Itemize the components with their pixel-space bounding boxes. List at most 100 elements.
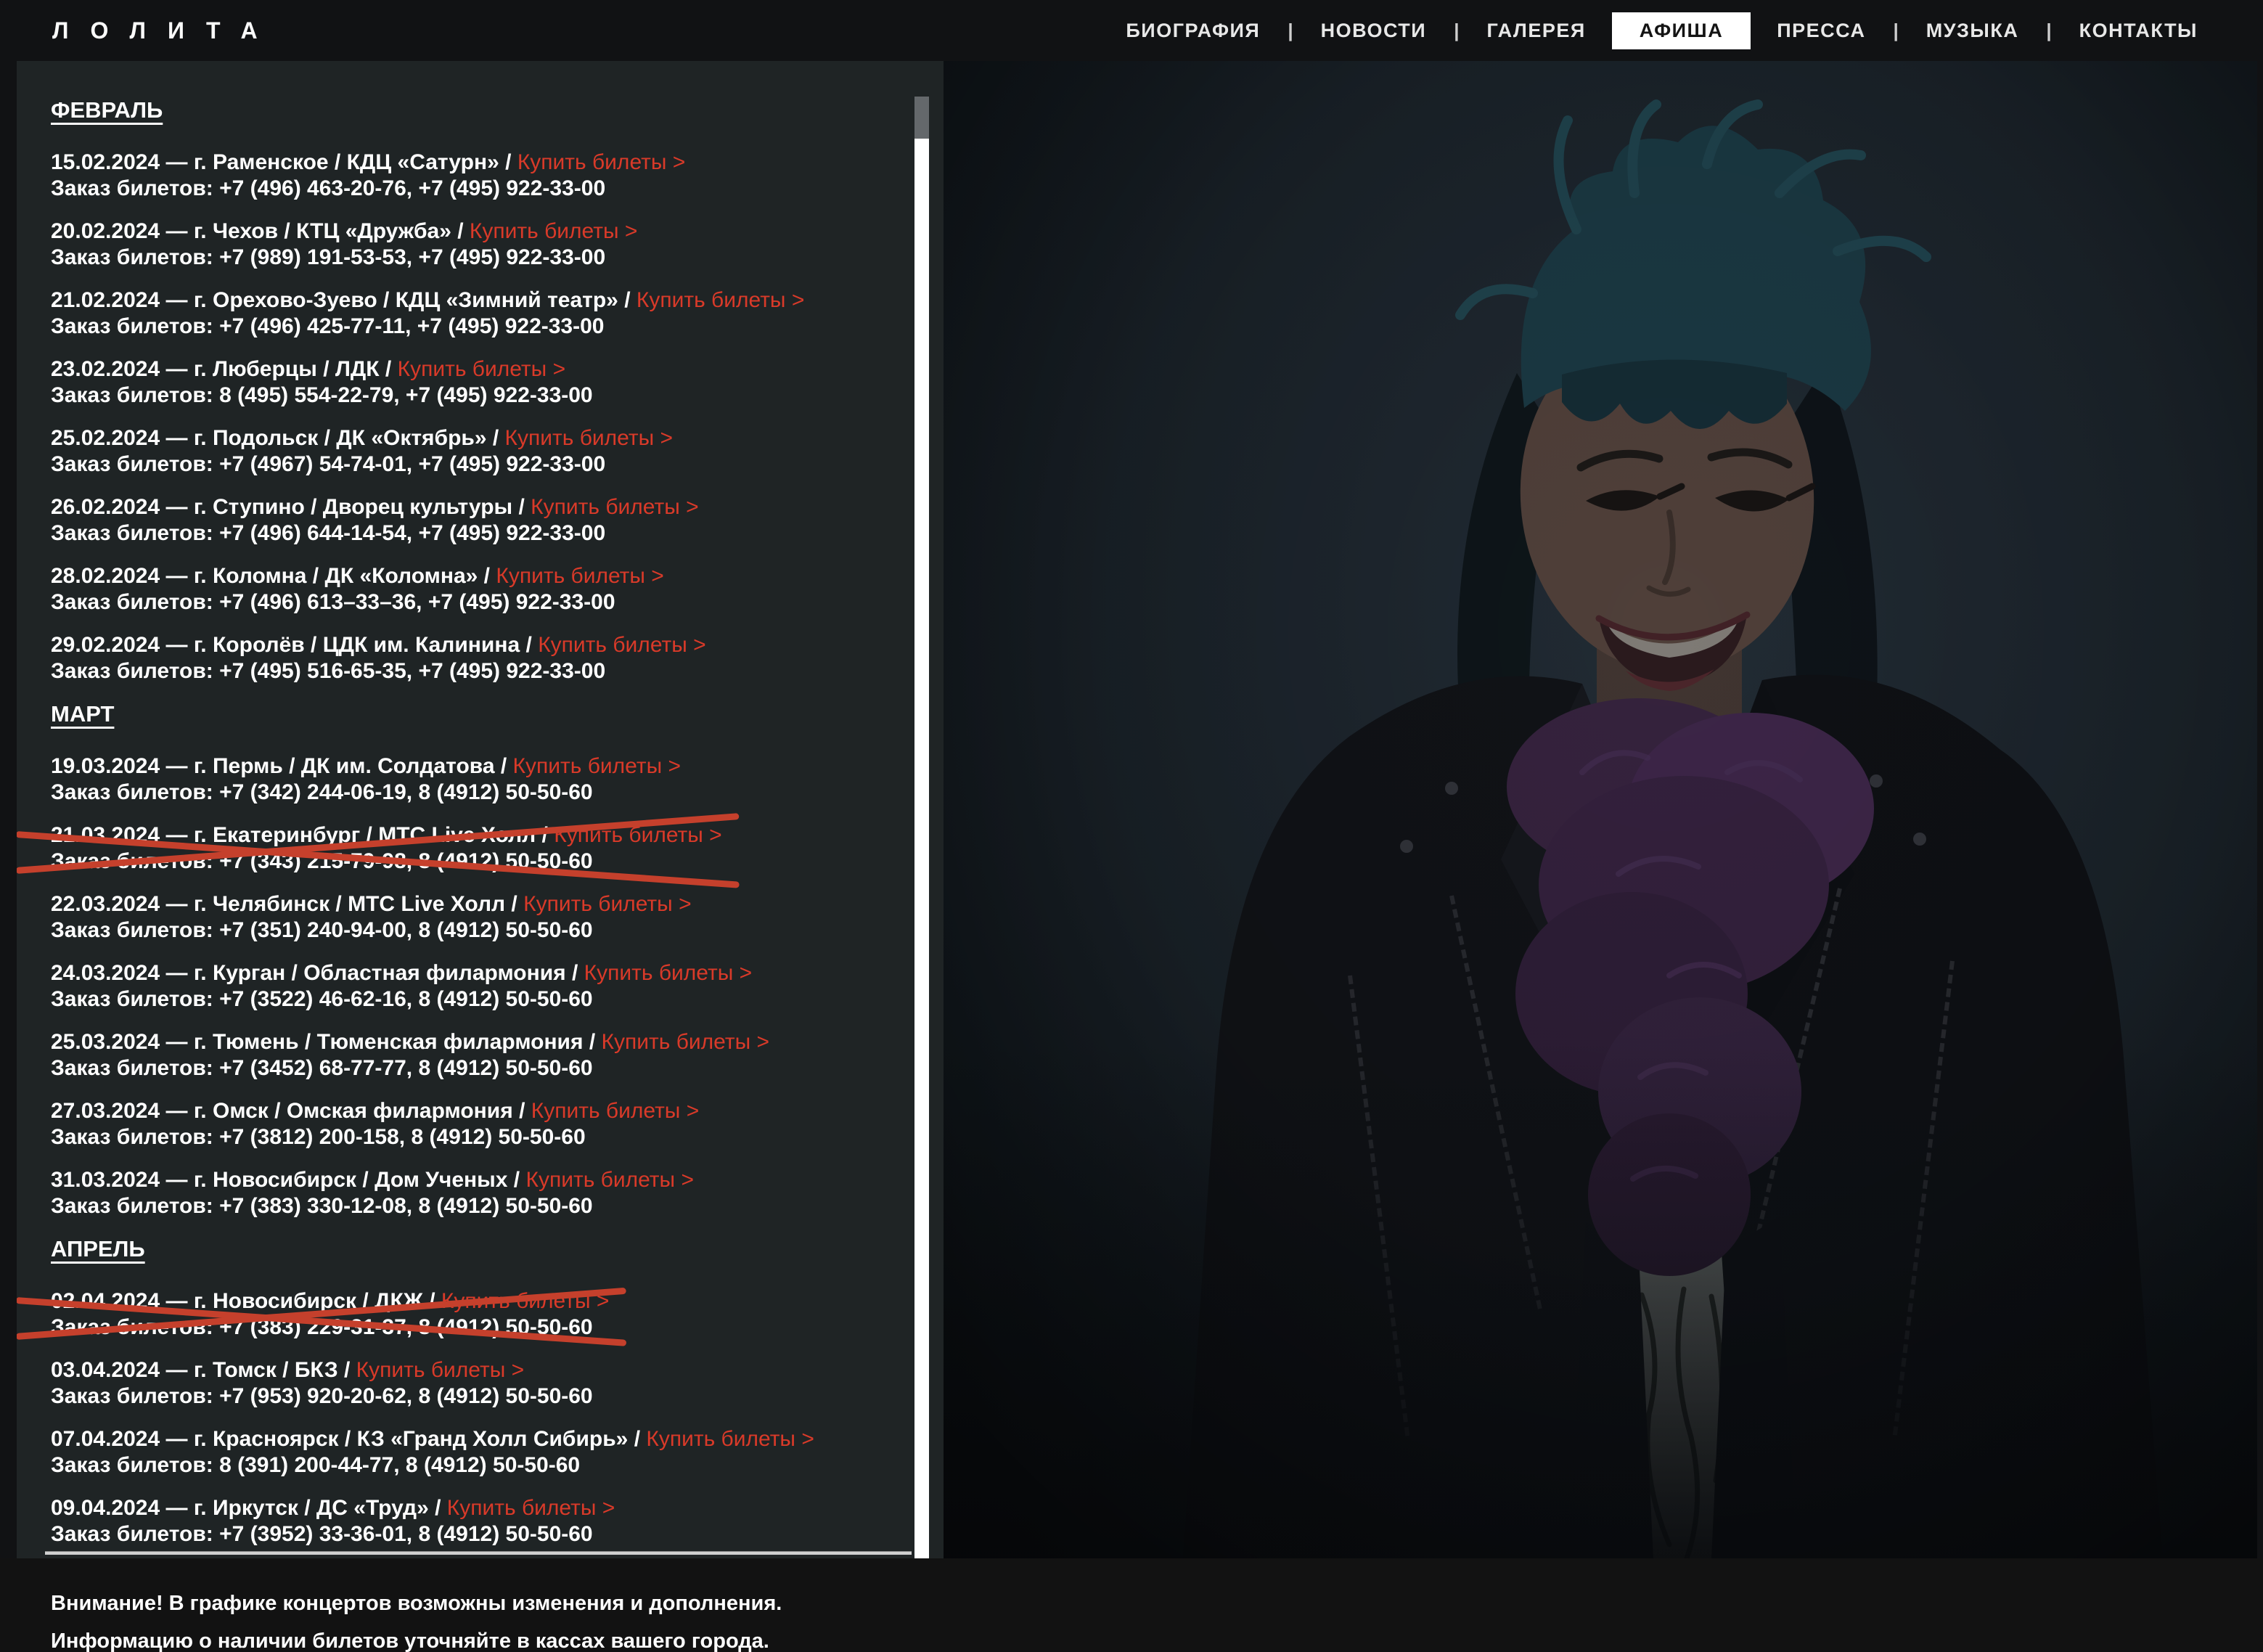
concert-title: 19.03.2024 — г. Пермь / ДК им. Солдатова… — [51, 753, 681, 780]
nav-separator: | — [2046, 20, 2051, 42]
ticket-order-phones: Заказ билетов: +7 (3952) 33-36-01, 8 (49… — [51, 1521, 615, 1547]
concert-entry-body: 25.03.2024 — г. Тюмень / Тюменская филар… — [51, 1029, 769, 1081]
concert-entry: 29.02.2024 — г. Королёв / ЦДК им. Калини… — [51, 632, 914, 684]
buy-tickets-link[interactable]: Купить билеты > — [538, 633, 705, 657]
concert-entry-body: 15.02.2024 — г. Раменское / КДЦ «Сатурн»… — [51, 150, 685, 202]
title-link-separator: / — [536, 823, 554, 847]
notice-line-1: Внимание! В графике концертов возможны и… — [51, 1584, 782, 1622]
title-link-separator: / — [499, 150, 517, 174]
concert-title: 03.04.2024 — г. Томск / БКЗ / Купить бил… — [51, 1357, 593, 1383]
nav-item-5[interactable]: ПРЕССА — [1759, 12, 1883, 49]
ticket-order-phones: Заказ билетов: +7 (953) 920-20-62, 8 (49… — [51, 1383, 593, 1410]
scrollbar-track[interactable] — [914, 97, 929, 1621]
title-link-separator: / — [423, 1289, 441, 1313]
concert-title: 21.02.2024 — г. Орехово-Зуево / КДЦ «Зим… — [51, 287, 804, 314]
title-link-separator: / — [380, 357, 398, 381]
concert-date-city-venue: 28.02.2024 — г. Коломна / ДК «Коломна» — [51, 564, 478, 588]
title-link-separator: / — [495, 754, 513, 778]
title-link-separator: / — [487, 426, 505, 450]
title-link-separator: / — [513, 1099, 531, 1123]
concert-date-city-venue: 25.02.2024 — г. Подольск / ДК «Октябрь» — [51, 426, 487, 450]
concert-entry: 22.03.2024 — г. Челябинск / МТС Live Хол… — [51, 891, 914, 944]
buy-tickets-link[interactable]: Купить билеты > — [398, 357, 565, 381]
title-link-separator: / — [478, 564, 496, 588]
ticket-order-phones: Заказ билетов: +7 (496) 463-20-76, +7 (4… — [51, 176, 685, 202]
ticket-order-phones: Заказ билетов: +7 (496) 644-14-54, +7 (4… — [51, 520, 699, 547]
nav-separator: | — [1288, 20, 1293, 42]
nav-separator: | — [1454, 20, 1459, 42]
concert-date-city-venue: 22.03.2024 — г. Челябинск / МТС Live Хол… — [51, 892, 505, 916]
concert-entry-body: 24.03.2024 — г. Курган / Областная филар… — [51, 960, 752, 1013]
concert-date-city-venue: 24.03.2024 — г. Курган / Областная филар… — [51, 961, 566, 985]
buy-tickets-link[interactable]: Купить билеты > — [441, 1289, 609, 1313]
title-link-separator: / — [520, 633, 538, 657]
concert-date-city-venue: 31.03.2024 — г. Новосибирск / Дом Ученых — [51, 1168, 507, 1192]
concert-date-city-venue: 09.04.2024 — г. Иркутск / ДС «Труд» — [51, 1496, 429, 1520]
title-link-separator: / — [566, 961, 584, 985]
concert-entry: 07.04.2024 — г. Красноярск / КЗ «Гранд Х… — [51, 1426, 914, 1479]
ticket-order-phones: Заказ билетов: +7 (3812) 200-158, 8 (491… — [51, 1124, 699, 1150]
nav-item-3[interactable]: ГАЛЕРЕЯ — [1469, 12, 1603, 49]
buy-tickets-link[interactable]: Купить билеты > — [602, 1030, 769, 1054]
buy-tickets-link[interactable]: Купить билеты > — [554, 823, 721, 847]
nav-item-1[interactable]: БИОГРАФИЯ — [1108, 12, 1277, 49]
ticket-order-phones: Заказ билетов: +7 (4967) 54-74-01, +7 (4… — [51, 451, 673, 478]
concert-title: 07.04.2024 — г. Красноярск / КЗ «Гранд Х… — [51, 1426, 814, 1452]
artist-photo — [944, 61, 2257, 1558]
buy-tickets-link[interactable]: Купить билеты > — [513, 754, 681, 778]
buy-tickets-link[interactable]: Купить билеты > — [531, 1099, 699, 1123]
concert-title: 09.04.2024 — г. Иркутск / ДС «Труд» / Ку… — [51, 1495, 615, 1521]
ticket-order-phones: Заказ билетов: +7 (342) 244-06-19, 8 (49… — [51, 780, 681, 806]
buy-tickets-link[interactable]: Купить билеты > — [517, 150, 685, 174]
month-title: МАРТ — [51, 701, 114, 727]
concert-entry: 03.04.2024 — г. Томск / БКЗ / Купить бил… — [51, 1357, 914, 1410]
concert-title: 29.02.2024 — г. Королёв / ЦДК им. Калини… — [51, 632, 706, 658]
month-section: АПРЕЛЬ02.04.2024 — г. Новосибирск / ДКЖ … — [51, 1236, 914, 1547]
concert-date-city-venue: 03.04.2024 — г. Томск / БКЗ — [51, 1358, 338, 1382]
nav-item-2[interactable]: НОВОСТИ — [1304, 12, 1444, 49]
month-title: ФЕВРАЛЬ — [51, 97, 163, 123]
buy-tickets-link[interactable]: Купить билеты > — [470, 219, 637, 243]
concert-entry-cancelled: 21.03.2024 — г. Екатеринбург / МТС Live … — [51, 822, 722, 875]
month-section: МАРТ 19.03.2024 — г. Пермь / ДК им. Солда… — [51, 701, 914, 1219]
ticket-order-phones: Заказ билетов: 8 (495) 554-22-79, +7 (49… — [51, 383, 593, 409]
buy-tickets-link[interactable]: Купить билеты > — [356, 1358, 524, 1382]
buy-tickets-link[interactable]: Купить билеты > — [637, 288, 804, 312]
concert-entry: 02.04.2024 — г. Новосибирск / ДКЖ / Купи… — [51, 1288, 914, 1341]
buy-tickets-link[interactable]: Купить билеты > — [531, 495, 698, 519]
concert-title: 21.03.2024 — г. Екатеринбург / МТС Live … — [51, 822, 722, 849]
buy-tickets-link[interactable]: Купить билеты > — [584, 961, 752, 985]
ticket-order-phones: Заказ билетов: +7 (3452) 68-77-77, 8 (49… — [51, 1055, 769, 1081]
scrollbar-thumb[interactable] — [914, 97, 929, 139]
ticket-order-phones: Заказ билетов: +7 (3522) 46-62-16, 8 (49… — [51, 986, 752, 1013]
buy-tickets-link[interactable]: Купить билеты > — [447, 1496, 615, 1520]
concert-date-city-venue: 23.02.2024 — г. Люберцы / ЛДК — [51, 357, 380, 381]
concert-title: 02.04.2024 — г. Новосибирск / ДКЖ / Купи… — [51, 1288, 609, 1314]
main-menu: БИОГРАФИЯ | НОВОСТИ | ГАЛЕРЕЯАФИШАПРЕССА | МУЗ… — [1104, 12, 2219, 49]
buy-tickets-link[interactable]: Купить билеты > — [525, 1168, 693, 1192]
concert-entry: 09.04.2024 — г. Иркутск / ДС «Труд» / Ку… — [51, 1495, 914, 1547]
buy-tickets-link[interactable]: Купить билеты > — [496, 564, 663, 588]
page: ЛОЛИТА БИОГРАФИЯ|НОВОСТИ|ГАЛЕРЕЯАФИШАПРЕ… — [0, 0, 2263, 1652]
concert-entry: 21.02.2024 — г. Орехово-Зуево / КДЦ «Зим… — [51, 287, 914, 340]
buy-tickets-link[interactable]: Купить билеты > — [646, 1427, 814, 1451]
concert-entry: 25.03.2024 — г. Тюмень / Тюменская филар… — [51, 1029, 914, 1081]
ticket-order-phones: Заказ билетов: +7 (351) 240-94-00, 8 (49… — [51, 917, 692, 944]
concert-title: 31.03.2024 — г. Новосибирск / Дом Ученых… — [51, 1167, 694, 1193]
nav-item-4[interactable]: АФИША — [1612, 12, 1751, 49]
nav-item-7[interactable]: КОНТАКТЫ — [2062, 12, 2215, 49]
buy-tickets-link[interactable]: Купить билеты > — [505, 426, 673, 450]
buy-tickets-link[interactable]: Купить билеты > — [523, 892, 691, 916]
title-link-separator: / — [429, 1496, 447, 1520]
concert-entry: 28.02.2024 — г. Коломна / ДК «Коломна» /… — [51, 563, 914, 616]
concert-entry-body: 21.02.2024 — г. Орехово-Зуево / КДЦ «Зим… — [51, 287, 804, 340]
bottom-notice-strip: Внимание! В графике концертов возможны и… — [0, 1558, 2263, 1652]
concert-title: 28.02.2024 — г. Коломна / ДК «Коломна» /… — [51, 563, 664, 589]
nav-separator: | — [1893, 20, 1898, 42]
concert-entry-body: 09.04.2024 — г. Иркутск / ДС «Труд» / Ку… — [51, 1495, 615, 1547]
title-link-separator: / — [338, 1358, 356, 1382]
concert-title: 22.03.2024 — г. Челябинск / МТС Live Хол… — [51, 891, 692, 917]
concert-entry-body: 07.04.2024 — г. Красноярск / КЗ «Гранд Х… — [51, 1426, 814, 1479]
concert-date-city-venue: 27.03.2024 — г. Омск / Омская филармония — [51, 1099, 513, 1123]
nav-item-6[interactable]: МУЗЫКА — [1909, 12, 2037, 49]
